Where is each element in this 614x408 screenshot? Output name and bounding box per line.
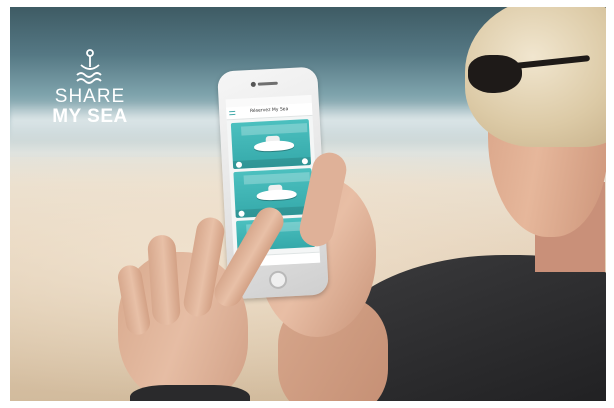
boat-listing-card[interactable] [230,119,312,170]
front-camera [250,81,256,88]
boat-image [256,188,297,201]
home-button[interactable] [268,270,288,290]
listing-footer [232,156,312,170]
left-sleeve [130,385,250,401]
listing-header [241,123,308,136]
boat-image [253,139,295,152]
share-my-sea-logo: SHARE MY SEA [50,49,130,126]
listing-header [243,172,310,185]
anchor-wave-icon [76,49,102,84]
logo-text-my-sea: MY SEA [52,106,128,127]
beach-scene: SHARE MY SEA Réservez My Sea [10,7,606,401]
sunglasses [468,55,522,93]
screen-title: Réservez My Sea [249,107,289,115]
logo-text-share: SHARE [54,86,126,107]
menu-icon[interactable] [229,110,236,116]
photo-frame: SHARE MY SEA Réservez My Sea [0,0,614,408]
phone-speaker [257,81,278,86]
